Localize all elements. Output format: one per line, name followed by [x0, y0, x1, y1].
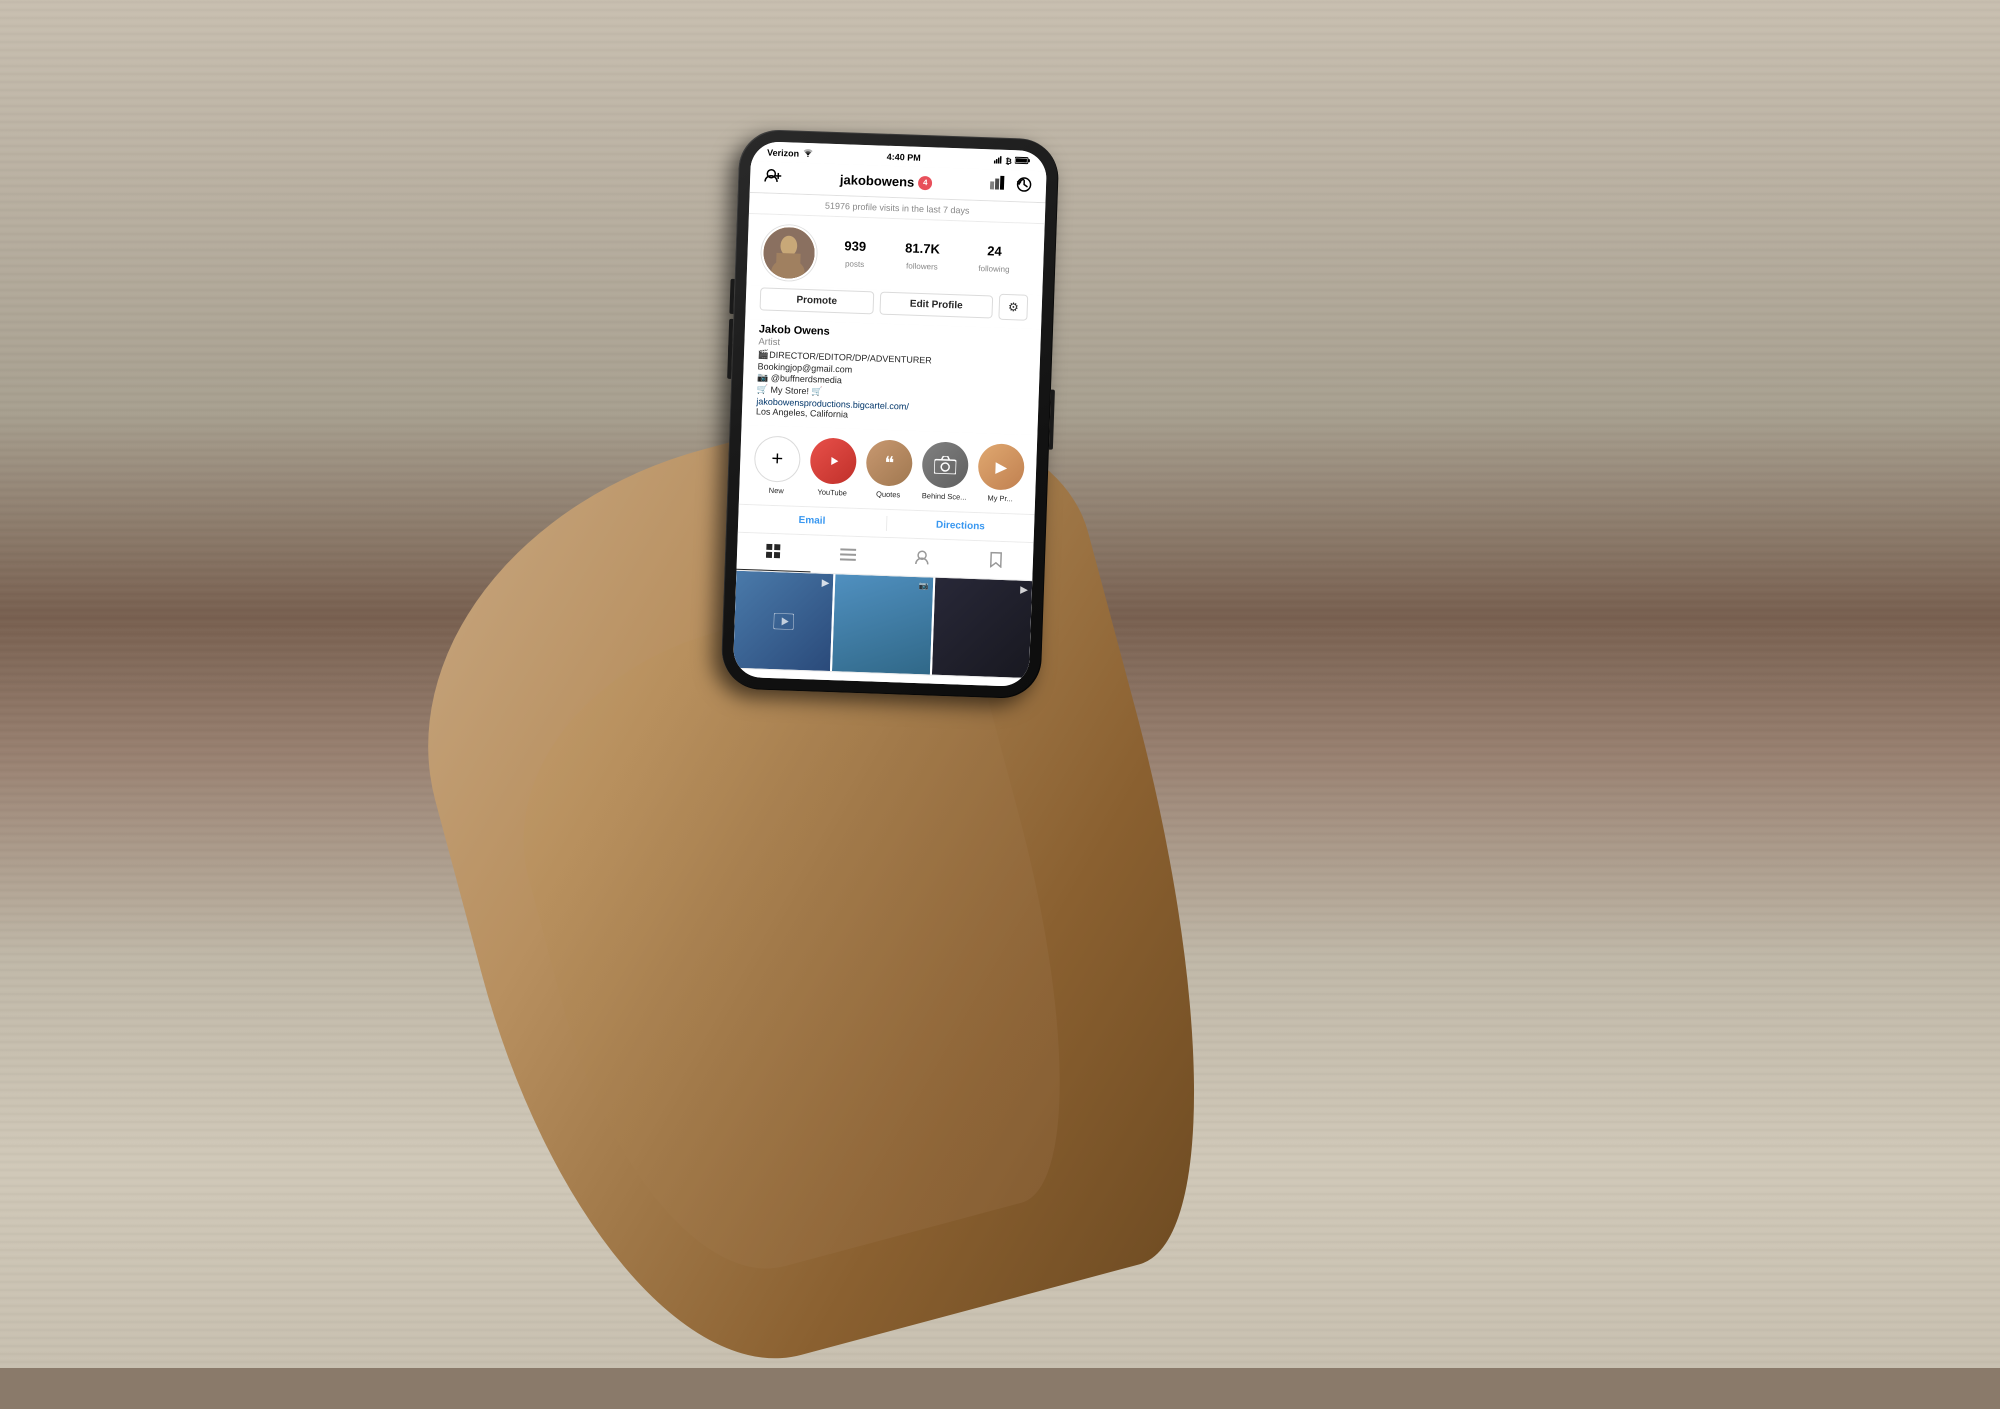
- signal-icon: [994, 155, 1002, 165]
- highlight-label-mypro: My Pr...: [987, 493, 1013, 503]
- status-left: Verizon: [767, 148, 813, 160]
- history-icon[interactable]: [1016, 176, 1033, 196]
- camera-icon-2: 📷: [919, 581, 929, 590]
- battery-icon: [1015, 156, 1031, 167]
- stat-followers[interactable]: 81.7K followers: [904, 240, 940, 274]
- stats-section: 939 posts 81.7K followers 24 following: [746, 214, 1044, 295]
- phone-device: Verizon 4:40 PM: [720, 129, 1059, 700]
- followers-label: followers: [906, 261, 938, 271]
- highlight-label-youtube: YouTube: [817, 488, 847, 498]
- username-text: jakobowens: [840, 172, 915, 190]
- story-highlights: + New YouTube ❝: [739, 425, 1038, 515]
- highlight-circle-mypro: ▶: [977, 443, 1025, 491]
- scene: Verizon 4:40 PM: [550, 84, 1450, 1284]
- stat-posts[interactable]: 939 posts: [844, 238, 867, 272]
- email-button[interactable]: Email: [738, 505, 886, 537]
- visits-text: 51976 profile visits in the last 7 days: [825, 201, 970, 216]
- video-icon-3: ▶: [1020, 585, 1028, 596]
- stat-following[interactable]: 24 following: [978, 243, 1010, 277]
- video-icon-1: ▶: [821, 578, 829, 589]
- avatar-image: [763, 227, 816, 280]
- chart-icon[interactable]: [990, 175, 1007, 195]
- highlight-new[interactable]: + New: [753, 435, 801, 496]
- highlight-mypro[interactable]: ▶ My Pr...: [977, 443, 1025, 504]
- highlight-label-behind: Behind Sce...: [922, 491, 967, 502]
- nav-profile[interactable]: [969, 685, 1029, 687]
- highlight-circle-youtube: [810, 437, 858, 485]
- highlight-circle-quotes: ❝: [866, 439, 914, 487]
- highlight-youtube[interactable]: YouTube: [809, 437, 857, 498]
- highlight-label-new: New: [769, 486, 784, 496]
- bluetooth-icon: ₿: [1005, 156, 1012, 165]
- stats-numbers: 939 posts 81.7K followers 24 following: [824, 238, 1030, 278]
- nav-username: jakobowens 4: [840, 172, 933, 190]
- notification-badge: 4: [918, 175, 932, 189]
- nav-add[interactable]: [850, 681, 910, 687]
- highlight-circle-behind: [921, 441, 969, 489]
- tab-grid[interactable]: [736, 533, 811, 573]
- photo-grid: ▶ 📷 ▶: [733, 571, 1032, 679]
- status-time: 4:40 PM: [887, 152, 921, 163]
- bio-section: Jakob Owens Artist 🎬DIRECTOR/EDITOR/DP/A…: [742, 319, 1042, 435]
- highlight-quotes[interactable]: ❝ Quotes: [865, 439, 913, 500]
- phone-screen: Verizon 4:40 PM: [733, 141, 1048, 687]
- tab-saved[interactable]: [958, 541, 1033, 581]
- posts-label: posts: [845, 259, 864, 269]
- following-label: following: [978, 264, 1009, 274]
- photo-cell-2[interactable]: 📷: [832, 574, 933, 675]
- tab-tagged[interactable]: [884, 538, 959, 578]
- avatar[interactable]: [761, 224, 818, 281]
- photo-cell-1[interactable]: ▶: [733, 571, 834, 672]
- nav-likes[interactable]: [910, 683, 970, 687]
- photo-cell-3[interactable]: ▶: [932, 578, 1033, 679]
- nav-search[interactable]: [791, 679, 851, 687]
- carrier-text: Verizon: [767, 148, 799, 159]
- directions-button[interactable]: Directions: [886, 510, 1034, 542]
- following-count: 24: [979, 243, 1011, 259]
- wifi-icon: [803, 149, 813, 159]
- status-right: ₿: [994, 155, 1031, 166]
- highlight-behind[interactable]: Behind Sce...: [921, 441, 969, 502]
- add-person-icon[interactable]: [764, 168, 783, 186]
- nav-icons: [990, 175, 1033, 195]
- posts-count: 939: [844, 238, 866, 254]
- edit-profile-button[interactable]: Edit Profile: [879, 291, 993, 318]
- highlight-circle-new: +: [754, 435, 802, 483]
- promote-button[interactable]: Promote: [760, 287, 874, 314]
- settings-button[interactable]: ⚙: [999, 294, 1029, 321]
- highlight-label-quotes: Quotes: [876, 490, 900, 500]
- followers-count: 81.7K: [905, 240, 940, 256]
- tab-list[interactable]: [810, 535, 885, 575]
